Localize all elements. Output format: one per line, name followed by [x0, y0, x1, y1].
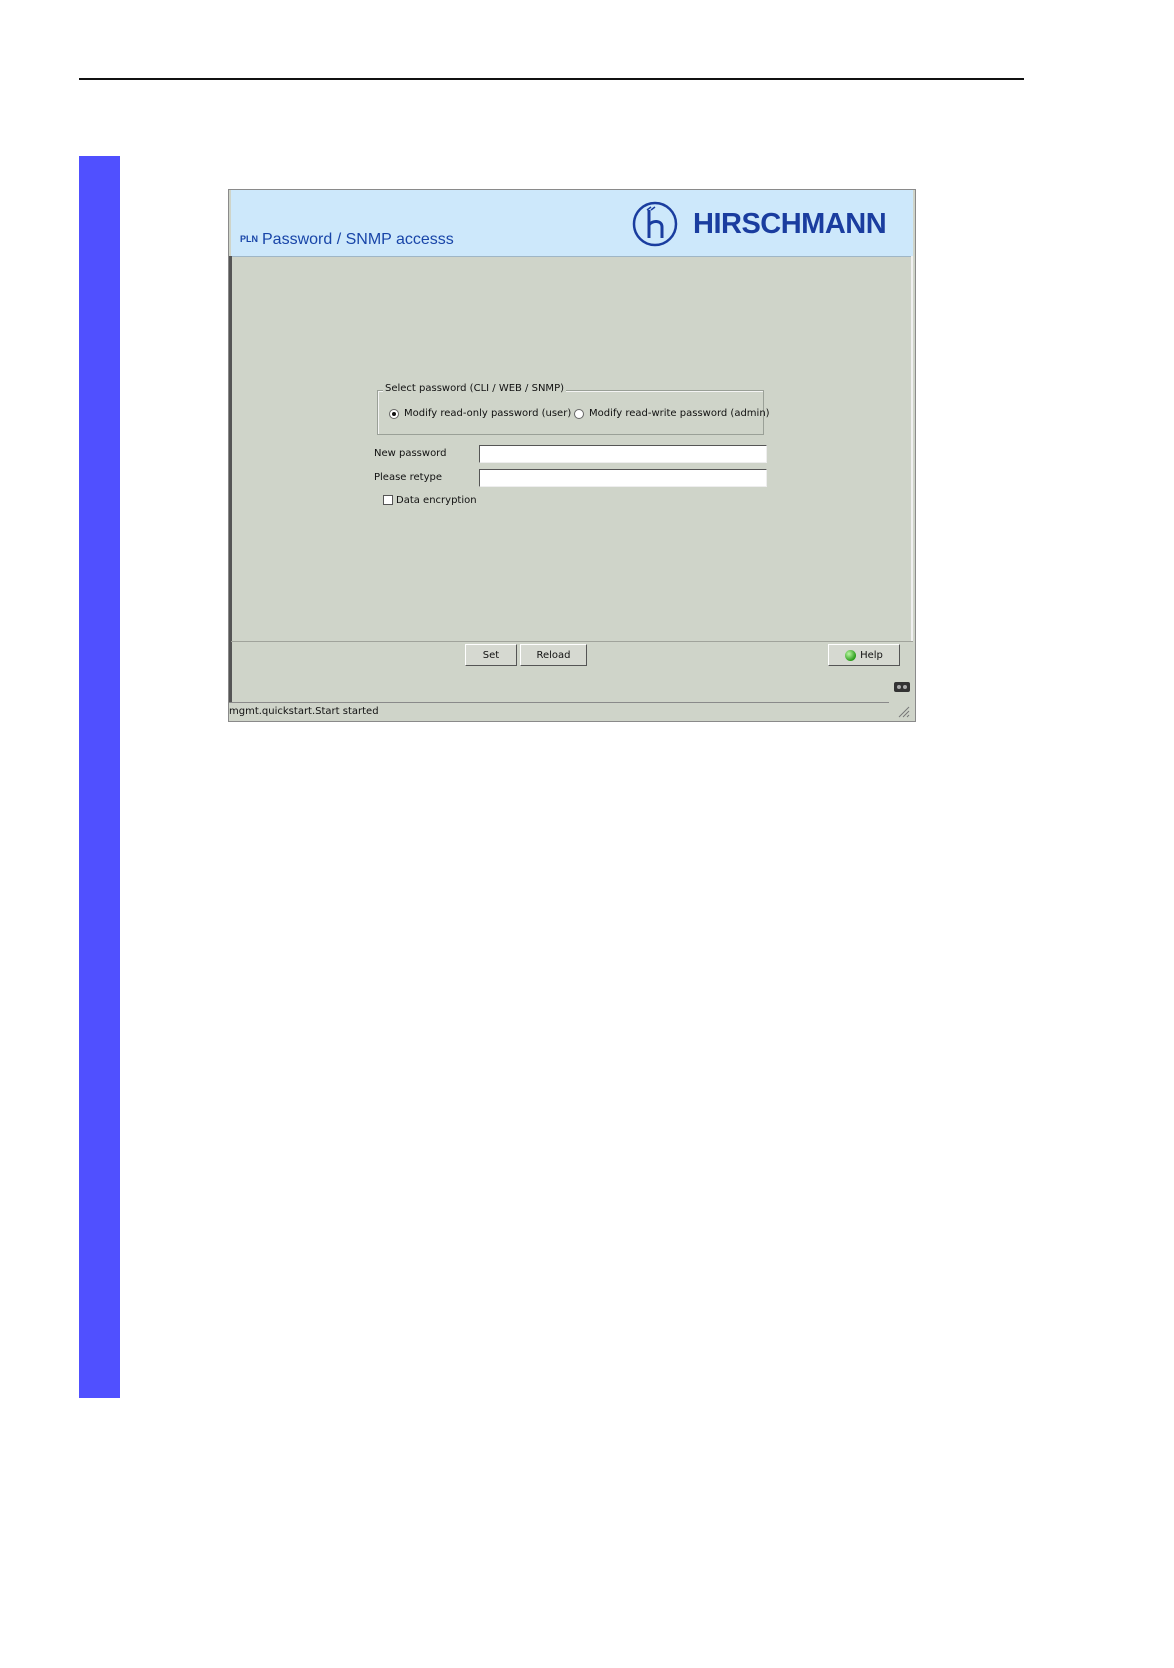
title-mini-icon: PLN — [240, 234, 258, 244]
radio-admin-label: Modify read-write password (admin) — [589, 408, 770, 419]
radio-admin-option[interactable]: Modify read-write password (admin) — [574, 408, 770, 419]
group-legend: Select password (CLI / WEB / SNMP) — [383, 383, 566, 394]
page-title-text: Password / SNMP accesss — [262, 231, 454, 248]
status-text: mgmt.quickstart.Start started — [229, 706, 379, 717]
radio-user-option[interactable]: Modify read-only password (user) — [389, 408, 571, 419]
set-button[interactable]: Set — [465, 644, 517, 666]
button-area-divider — [231, 641, 913, 642]
app-window: PLN Password / SNMP accesss HIRSCHMANN Se… — [228, 189, 916, 722]
resize-grip-icon[interactable] — [893, 703, 911, 719]
status-bar: mgmt.quickstart.Start started — [229, 702, 889, 720]
radio-user[interactable] — [389, 408, 399, 419]
top-rule — [79, 78, 1024, 80]
help-icon — [845, 649, 857, 661]
help-button[interactable]: Help — [828, 644, 900, 666]
content-right-edge — [911, 256, 913, 641]
header-banner: PLN Password / SNMP accesss HIRSCHMANN — [231, 190, 913, 257]
page-title: PLN Password / SNMP accesss — [240, 231, 454, 249]
hirschmann-h-logo-icon — [632, 201, 678, 247]
new-password-input[interactable] — [479, 445, 767, 463]
brand-name: HIRSCHMANN — [693, 208, 887, 240]
help-button-label: Help — [860, 649, 883, 661]
reload-button[interactable]: Reload — [520, 644, 587, 666]
new-password-label: New password — [374, 448, 447, 459]
retype-password-label: Please retype — [374, 472, 443, 483]
content-left-edge — [229, 256, 232, 706]
data-encryption-label: Data encryption — [396, 495, 477, 506]
connection-status-icon — [894, 682, 910, 692]
retype-password-input[interactable] — [479, 469, 767, 487]
radio-user-label: Modify read-only password (user) — [404, 408, 572, 419]
data-encryption-checkbox[interactable] — [383, 495, 393, 505]
radio-admin[interactable] — [574, 408, 584, 419]
chapter-side-bar — [79, 156, 120, 1398]
